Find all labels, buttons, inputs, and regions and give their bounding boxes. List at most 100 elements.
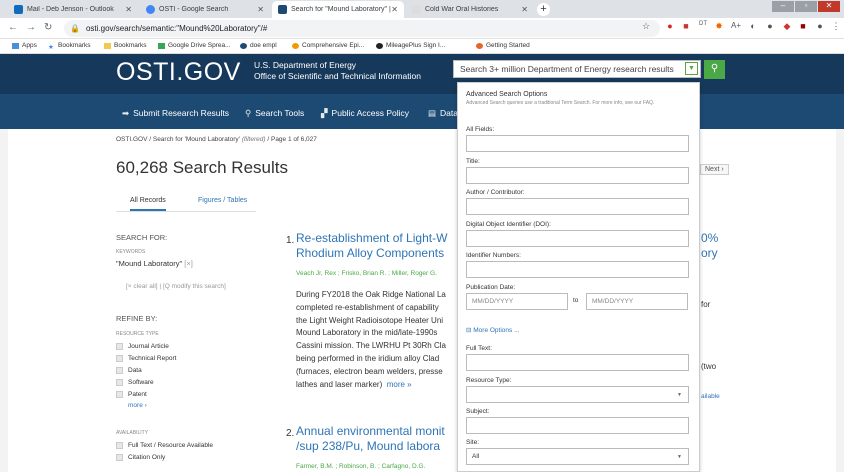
- more-resource-types-link[interactable]: more ›: [128, 402, 147, 409]
- title-label: Title:: [466, 158, 480, 165]
- all-fields-input[interactable]: [466, 135, 689, 152]
- result-description: During FY2018 the Oak Ridge National La …: [296, 290, 446, 389]
- checkbox[interactable]: [116, 442, 123, 449]
- bookmark-apps[interactable]: Apps: [12, 42, 37, 49]
- bookmark-mileage[interactable]: MileagePlus Sign I...: [376, 42, 445, 49]
- osti-logo[interactable]: OSTI.GOV: [116, 58, 241, 87]
- url-field[interactable]: 🔒 osti.gov/search/semantic:"Mound%20Labo…: [64, 20, 660, 37]
- nav-search-tools[interactable]: ⚲ Search Tools: [245, 108, 304, 119]
- tab-all-records[interactable]: All Records: [130, 197, 166, 211]
- browser-tab-mail[interactable]: Mail - Deb Jenson - Outlook ✕: [8, 1, 138, 18]
- breadcrumb-home[interactable]: OSTI.GOV: [116, 136, 147, 143]
- profile-icon[interactable]: ●: [814, 21, 826, 31]
- subject-label: Subject:: [466, 408, 490, 415]
- close-icon[interactable]: ✕: [521, 5, 528, 14]
- search-button[interactable]: ⚲: [704, 60, 725, 79]
- extension-icon[interactable]: ◆: [781, 21, 793, 32]
- window-controls: – ▫ ✕: [772, 1, 840, 12]
- star-icon[interactable]: ☆: [640, 21, 652, 32]
- address-bar-row: ← → ↻ 🔒 osti.gov/search/semantic:"Mound%…: [0, 18, 844, 39]
- extension-icon[interactable]: ●: [764, 21, 776, 31]
- minimize-button[interactable]: –: [772, 1, 794, 12]
- extension-icon[interactable]: DT: [697, 21, 709, 27]
- nav-public-access[interactable]: ▞ Public Access Policy: [321, 108, 409, 119]
- checkbox[interactable]: [116, 367, 123, 374]
- close-icon[interactable]: ✕: [257, 5, 264, 14]
- remove-keyword-button[interactable]: [×]: [184, 259, 193, 268]
- bookmark-getting-started[interactable]: Getting Started: [476, 42, 530, 49]
- filter-patent[interactable]: Patent: [116, 391, 147, 398]
- subject-input[interactable]: [466, 417, 689, 434]
- filter-citation-only[interactable]: Citation Only: [116, 454, 165, 461]
- checkbox[interactable]: [116, 355, 123, 362]
- browser-tab-osti[interactable]: Search for "Mound Laboratory" | ✕: [272, 1, 404, 18]
- bookmark-epi[interactable]: Comprehensive Epi...: [292, 42, 364, 49]
- result-authors[interactable]: Veach Jr, Rex ; Frisko, Brian R. ; Mille…: [296, 270, 437, 277]
- available-fragment-link[interactable]: ailable: [701, 393, 720, 400]
- extension-icon[interactable]: ◐: [747, 21, 759, 31]
- bookmark-bookmarks[interactable]: ★ Bookmarks: [48, 42, 91, 51]
- extension-icon[interactable]: ■: [680, 21, 692, 31]
- clear-all-link[interactable]: [× clear all]: [126, 283, 158, 290]
- filter-software[interactable]: Software: [116, 379, 154, 386]
- title-input[interactable]: [466, 167, 689, 184]
- folder-icon: [104, 42, 111, 49]
- checkbox[interactable]: [116, 343, 123, 350]
- bookmark-folder[interactable]: Bookmarks: [104, 42, 147, 49]
- checkbox[interactable]: [116, 454, 123, 461]
- filter-journal-article[interactable]: Journal Article: [116, 343, 169, 350]
- more-link[interactable]: more »: [387, 380, 412, 389]
- close-window-button[interactable]: ✕: [818, 1, 840, 12]
- pub-date-from-input[interactable]: MM/DD/YYYY: [466, 293, 568, 310]
- font-size-icon[interactable]: A+: [730, 21, 742, 30]
- pub-date-to-input[interactable]: MM/DD/YYYY: [586, 293, 688, 310]
- filter-data[interactable]: Data: [116, 367, 142, 374]
- page-title: 60,268 Search Results: [116, 158, 288, 177]
- new-tab-button[interactable]: +: [537, 3, 550, 16]
- resource-type-label: Resource Type:: [466, 377, 512, 384]
- doi-input[interactable]: [466, 230, 689, 247]
- forward-icon[interactable]: →: [26, 22, 36, 33]
- result-title-link[interactable]: Re-establishment of Light-W Rhodium Allo…: [296, 231, 447, 261]
- more-options-link[interactable]: ⊟ More Options ...: [466, 326, 520, 334]
- tab-title: Search for "Mound Laboratory" |: [291, 6, 391, 13]
- reload-icon[interactable]: ↻: [44, 22, 52, 33]
- modify-search-link[interactable]: [Q modify this search]: [163, 283, 226, 290]
- advanced-search-toggle[interactable]: ▼: [685, 62, 698, 75]
- opera-extension-icon[interactable]: ●: [664, 21, 676, 31]
- author-input[interactable]: [466, 198, 689, 215]
- site-select[interactable]: All ▼: [466, 448, 689, 465]
- browser-tab-coldwar[interactable]: Cold War Oral Histories ✕: [406, 1, 534, 18]
- close-icon[interactable]: ✕: [125, 5, 132, 14]
- next-page-button[interactable]: Next ›: [700, 164, 729, 175]
- pdf-extension-icon[interactable]: ■: [797, 21, 809, 31]
- nav-data[interactable]: ▤ Data: [428, 108, 458, 119]
- close-icon[interactable]: ✕: [391, 5, 398, 14]
- main-search-input[interactable]: Search 3+ million Department of Energy r…: [453, 60, 701, 78]
- chevron-down-icon: ▼: [688, 65, 695, 72]
- site-header: OSTI.GOV U.S. Department of Energy Offic…: [0, 54, 844, 94]
- result-authors[interactable]: Farmer, B.M. ; Robinson, B. ; Carfagno, …: [296, 463, 425, 470]
- bookmark-drive[interactable]: Google Drive Sprea...: [158, 42, 231, 49]
- filter-full-text[interactable]: Full Text / Resource Available: [116, 442, 213, 449]
- filter-technical-report[interactable]: Technical Report: [116, 355, 176, 362]
- menu-icon[interactable]: ⋮: [830, 21, 842, 32]
- checkbox[interactable]: [116, 391, 123, 398]
- office-line: Office of Scientific and Technical Infor…: [254, 71, 421, 81]
- identifier-input[interactable]: [466, 261, 689, 278]
- back-icon[interactable]: ←: [8, 22, 18, 33]
- tab-figures-tables[interactable]: Figures / Tables: [198, 197, 247, 204]
- full-text-input[interactable]: [466, 354, 689, 371]
- checkbox[interactable]: [116, 379, 123, 386]
- site-icon: [292, 42, 299, 49]
- extension-icon[interactable]: ✸: [713, 21, 725, 32]
- browser-tab-google[interactable]: OSTI - Google Search ✕: [140, 1, 270, 18]
- bookmark-doe[interactable]: doe empl: [240, 42, 277, 49]
- result-title-link-fragment[interactable]: 0% ory: [701, 231, 718, 261]
- nav-submit[interactable]: ➡ Submit Research Results: [122, 108, 229, 119]
- search-for-heading: SEARCH FOR:: [116, 233, 168, 242]
- result-title-link[interactable]: Annual environmental monit /sup 238/Pu, …: [296, 424, 445, 454]
- maximize-button[interactable]: ▫: [795, 1, 817, 12]
- breadcrumb-search[interactable]: Search for 'Mound Laboratory': [153, 136, 240, 143]
- resource-type-select[interactable]: ▼: [466, 386, 689, 403]
